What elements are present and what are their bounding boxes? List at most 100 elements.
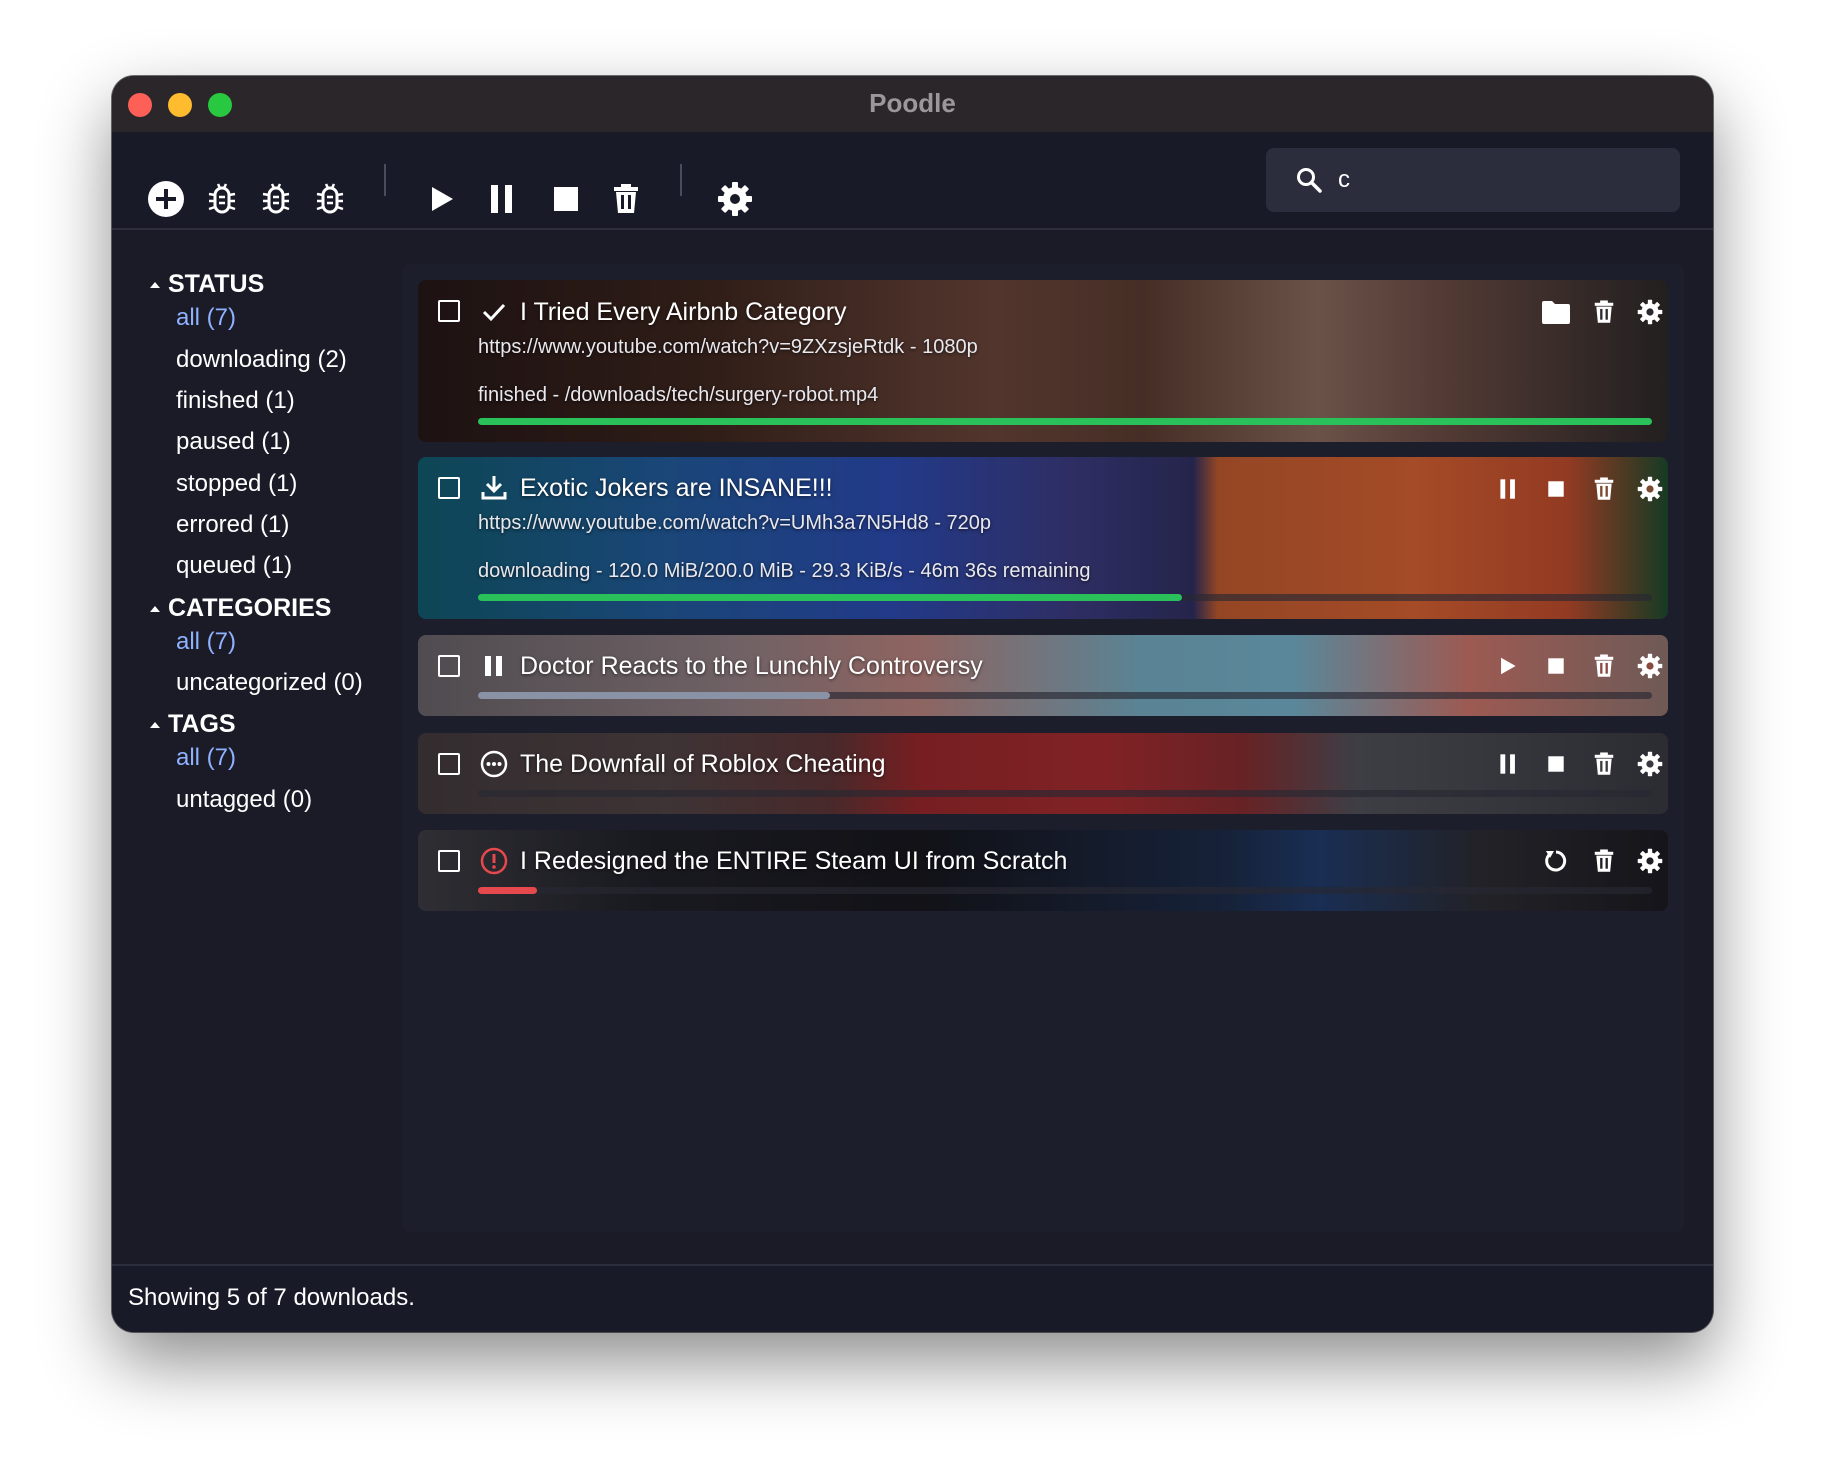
item-checkbox[interactable]	[438, 300, 460, 322]
pause-icon	[491, 185, 512, 213]
title-bar: Poodle	[112, 76, 1713, 132]
download-list: I Tried Every Airbnb Category https://ww…	[402, 264, 1684, 1232]
sidebar: STATUS all (7) downloading (2) finished …	[112, 230, 402, 1264]
tags-heading: TAGS	[168, 710, 236, 738]
item-settings-button[interactable]	[1634, 748, 1666, 780]
app-window: Poodle c STATUS all (7) downloading (2) …	[112, 76, 1713, 1332]
sidebar-item-downloading[interactable]: downloading (2)	[176, 346, 347, 374]
stop-icon	[1548, 481, 1564, 497]
progress-fill	[478, 418, 1652, 425]
resume-item-button[interactable]	[1492, 650, 1524, 682]
sidebar-item-categories-all[interactable]: all (7)	[176, 628, 236, 656]
sidebar-item-tags-all[interactable]: all (7)	[176, 744, 236, 772]
search-input[interactable]	[1338, 166, 1680, 194]
download-status-text: downloading - 120.0 MiB/200.0 MiB - 29.3…	[478, 560, 1091, 582]
download-url: https://www.youtube.com/watch?v=9ZXzsjeR…	[478, 336, 978, 358]
download-item[interactable]: Doctor Reacts to the Lunchly Controversy	[418, 635, 1668, 716]
queued-icon	[480, 750, 508, 778]
sidebar-item-untagged[interactable]: untagged (0)	[176, 786, 312, 814]
pause-icon	[1500, 479, 1515, 499]
open-folder-button[interactable]	[1540, 296, 1572, 328]
search-icon	[1297, 168, 1322, 193]
delete-item-button[interactable]	[1588, 650, 1620, 682]
error-icon	[480, 847, 508, 875]
caret-up-icon	[150, 281, 160, 288]
pause-icon	[1500, 754, 1515, 774]
delete-item-button[interactable]	[1588, 748, 1620, 780]
settings-button[interactable]	[715, 179, 755, 219]
trash-icon	[1594, 849, 1614, 872]
gear-icon	[1637, 653, 1663, 679]
debug-button-2[interactable]	[256, 179, 296, 219]
progress-fill	[478, 887, 537, 894]
progress-bar	[478, 692, 1652, 699]
item-checkbox[interactable]	[438, 850, 460, 872]
bug-icon	[262, 183, 290, 214]
item-settings-button[interactable]	[1634, 650, 1666, 682]
item-checkbox[interactable]	[438, 655, 460, 677]
download-item[interactable]: The Downfall of Roblox Cheating	[418, 733, 1668, 814]
search-box[interactable]	[1266, 148, 1680, 212]
download-title: I Redesigned the ENTIRE Steam UI from Sc…	[520, 847, 1068, 875]
delete-item-button[interactable]	[1588, 845, 1620, 877]
sidebar-item-queued[interactable]: queued (1)	[176, 552, 292, 580]
gear-icon	[718, 182, 752, 216]
download-title: Exotic Jokers are INSANE!!!	[520, 474, 833, 502]
categories-heading: CATEGORIES	[168, 594, 332, 622]
retry-item-button[interactable]	[1540, 845, 1572, 877]
stop-item-button[interactable]	[1540, 650, 1572, 682]
stop-item-button[interactable]	[1540, 473, 1572, 505]
trash-icon	[1594, 477, 1614, 500]
folder-icon	[1542, 301, 1570, 324]
item-settings-button[interactable]	[1634, 845, 1666, 877]
download-item[interactable]: I Redesigned the ENTIRE Steam UI from Sc…	[418, 830, 1668, 911]
window-title: Poodle	[869, 88, 956, 118]
add-icon	[148, 181, 184, 217]
bug-icon	[316, 183, 344, 214]
sidebar-item-uncategorized[interactable]: uncategorized (0)	[176, 669, 363, 697]
sidebar-item-paused[interactable]: paused (1)	[176, 428, 291, 456]
progress-fill	[478, 692, 831, 699]
caret-up-icon	[150, 721, 160, 728]
sidebar-item-errored[interactable]: errored (1)	[176, 511, 289, 539]
status-section-header[interactable]: STATUS	[150, 270, 264, 299]
stop-item-button[interactable]	[1540, 748, 1572, 780]
pause-item-button[interactable]	[1492, 748, 1524, 780]
debug-button-3[interactable]	[310, 179, 350, 219]
download-item[interactable]: Exotic Jokers are INSANE!!! https://www.…	[418, 457, 1668, 619]
sidebar-item-finished[interactable]: finished (1)	[176, 387, 295, 415]
progress-bar	[478, 418, 1652, 425]
pause-item-button[interactable]	[1492, 473, 1524, 505]
sidebar-item-stopped[interactable]: stopped (1)	[176, 470, 297, 498]
download-status-text: finished - /downloads/tech/surgery-robot…	[478, 384, 879, 406]
stop-icon	[554, 187, 578, 211]
gear-icon	[1637, 476, 1663, 502]
caret-up-icon	[150, 605, 160, 612]
item-settings-button[interactable]	[1634, 296, 1666, 328]
categories-section-header[interactable]: CATEGORIES	[150, 594, 331, 623]
item-checkbox[interactable]	[438, 477, 460, 499]
item-checkbox[interactable]	[438, 753, 460, 775]
trash-icon	[1594, 752, 1614, 775]
progress-fill	[478, 594, 1183, 601]
delete-selected-button[interactable]	[606, 179, 646, 219]
bug-icon	[208, 183, 236, 214]
download-item[interactable]: I Tried Every Airbnb Category https://ww…	[418, 280, 1668, 442]
progress-bar	[478, 790, 1652, 797]
add-download-button[interactable]	[146, 179, 186, 219]
debug-button-1[interactable]	[202, 179, 242, 219]
stop-all-button[interactable]	[546, 179, 586, 219]
sidebar-item-status-all[interactable]: all (7)	[176, 304, 236, 332]
delete-item-button[interactable]	[1588, 473, 1620, 505]
item-settings-button[interactable]	[1634, 473, 1666, 505]
delete-item-button[interactable]	[1588, 296, 1620, 328]
trash-icon	[1594, 654, 1614, 677]
status-bar-text: Showing 5 of 7 downloads.	[128, 1284, 415, 1311]
pause-all-button[interactable]	[482, 179, 522, 219]
download-title: I Tried Every Airbnb Category	[520, 298, 847, 326]
progress-bar	[478, 594, 1652, 601]
download-title: Doctor Reacts to the Lunchly Controversy	[520, 652, 983, 680]
resume-all-button[interactable]	[422, 179, 462, 219]
download-icon	[481, 476, 507, 500]
tags-section-header[interactable]: TAGS	[150, 710, 236, 739]
